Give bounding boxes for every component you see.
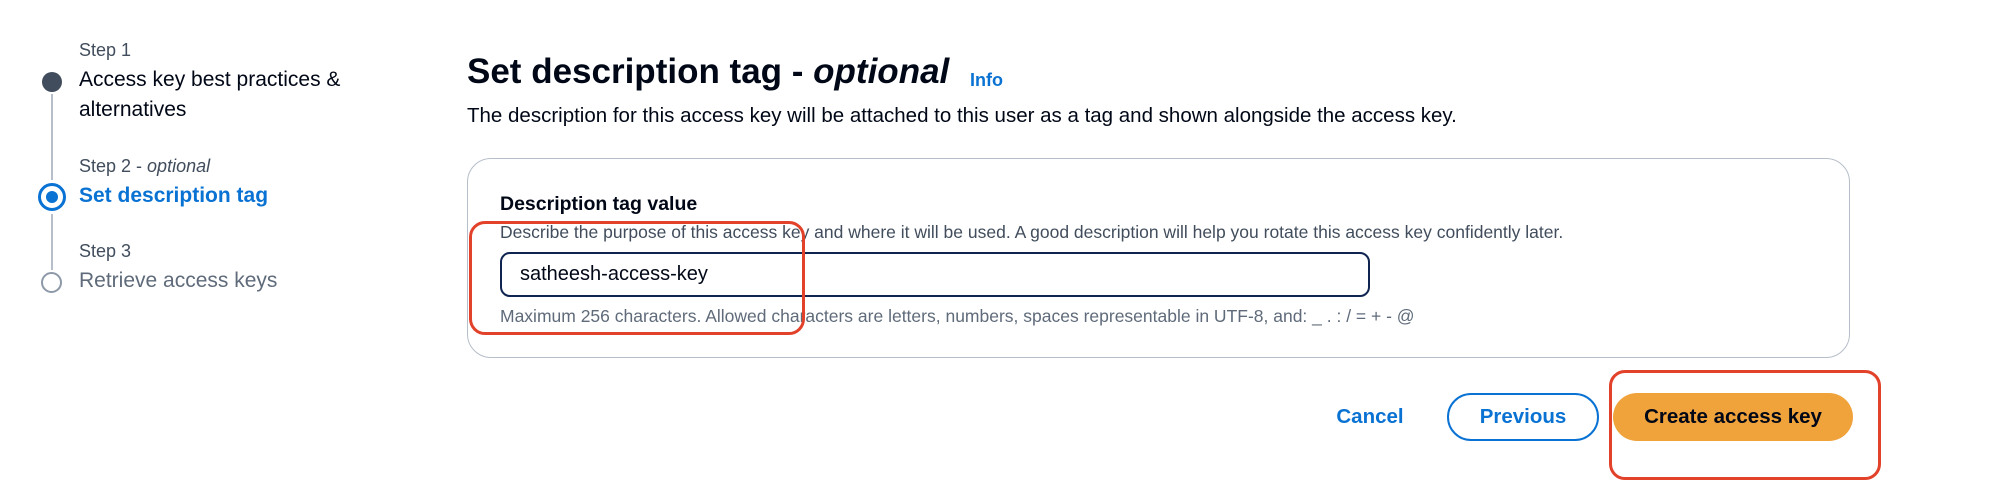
page-title-separator: - bbox=[782, 52, 814, 91]
step-2-label: Step 2 - optional bbox=[79, 156, 211, 176]
field-constraint: Maximum 256 characters. Allowed characte… bbox=[500, 306, 1415, 326]
page-title-optional: optional bbox=[813, 52, 950, 91]
step-3-label: Step 3 bbox=[79, 241, 132, 261]
cancel-button[interactable]: Cancel bbox=[1320, 400, 1420, 434]
step-1-label: Step 1 bbox=[79, 40, 132, 60]
previous-button[interactable]: Previous bbox=[1447, 393, 1599, 441]
step-current-icon bbox=[38, 183, 66, 211]
stepper-rail bbox=[51, 94, 53, 180]
stepper-rail bbox=[51, 214, 53, 270]
field-description: Describe the purpose of this access key … bbox=[500, 222, 1564, 242]
step-upcoming-icon bbox=[41, 272, 62, 293]
field-label: Description tag value bbox=[500, 193, 698, 215]
step-3-title: Retrieve access keys bbox=[79, 269, 278, 292]
step-1-link[interactable]: Access key best practices & alternatives bbox=[79, 65, 409, 125]
page-title-text: Set description tag bbox=[467, 52, 783, 91]
step-completed-icon bbox=[42, 72, 62, 92]
info-link[interactable]: Info bbox=[970, 70, 1003, 91]
step-2-title: Set description tag bbox=[79, 184, 269, 207]
step-2-optional: optional bbox=[147, 156, 211, 176]
wizard-stepper: Step 1 Access key best practices & alter… bbox=[0, 0, 420, 504]
page-title: Set description tag - optional bbox=[467, 52, 949, 92]
create-access-key-button[interactable]: Create access key bbox=[1613, 393, 1853, 441]
page-description: The description for this access key will… bbox=[467, 104, 1457, 127]
description-tag-input[interactable] bbox=[500, 252, 1370, 297]
step-2-number: Step 2 bbox=[79, 156, 132, 176]
